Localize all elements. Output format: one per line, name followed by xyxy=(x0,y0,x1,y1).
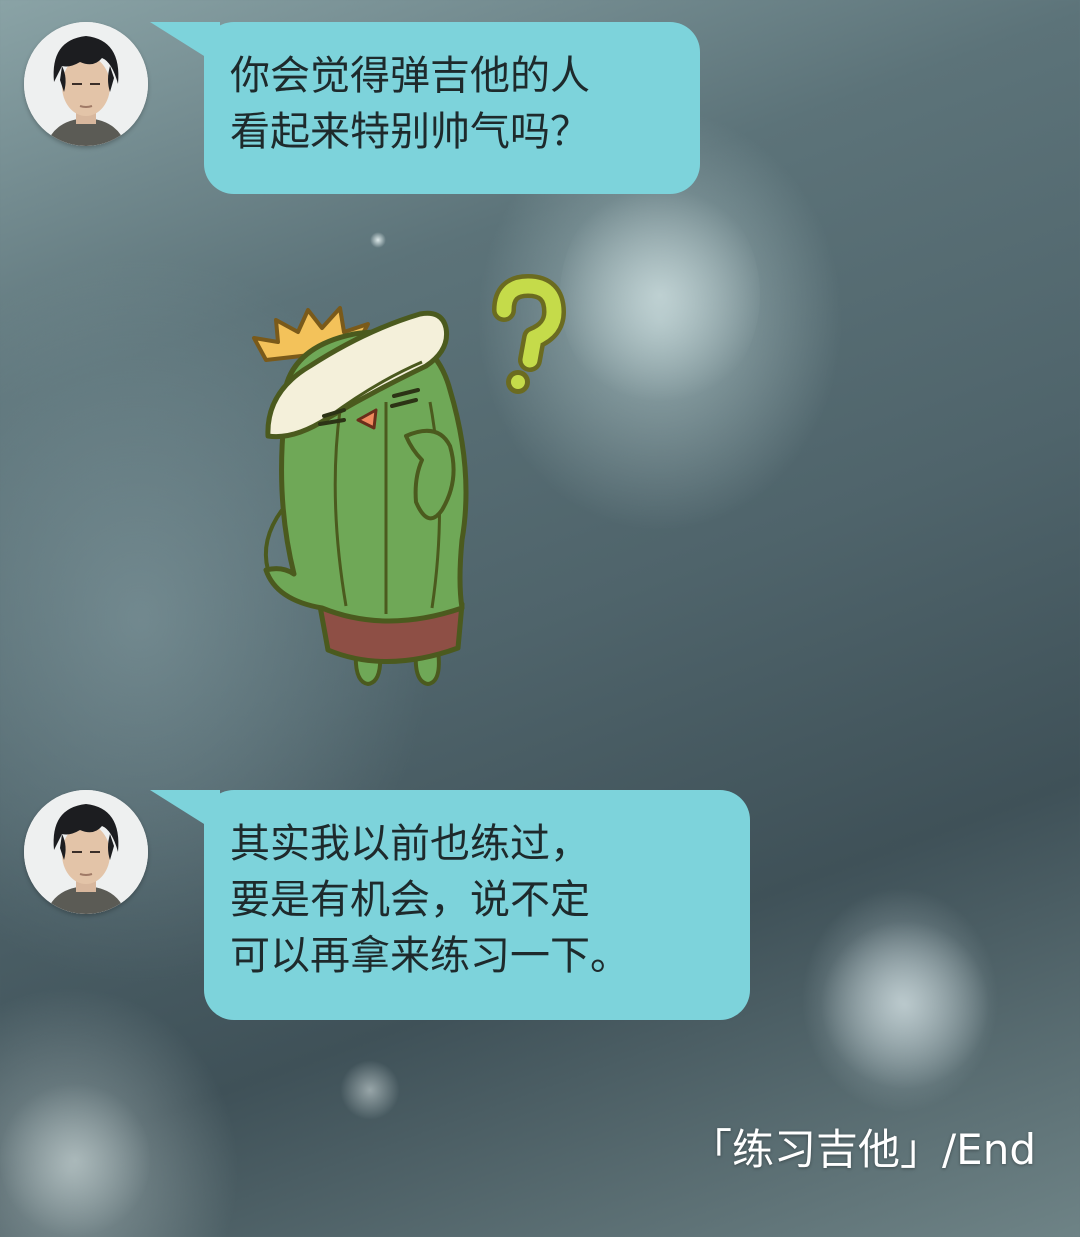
message-text-line: 看起来特别帅气吗？ xyxy=(230,109,590,155)
bokeh-light xyxy=(0,1080,150,1237)
young-man-avatar-icon xyxy=(24,22,148,146)
message-text-line: 你会觉得弹吉他的人 xyxy=(230,53,590,99)
chat-bubble: 其实我以前也练过， 要是有机会，说不定 可以再拿来练习一下。 xyxy=(150,790,750,1020)
chat-bubble: 你会觉得弹吉他的人 看起来特别帅气吗？ xyxy=(150,22,700,194)
bokeh-light xyxy=(560,180,760,410)
avatar[interactable] xyxy=(24,22,148,146)
bokeh-light xyxy=(820,920,990,1090)
cactus-thinking-sticker xyxy=(252,274,566,687)
message-text-line: 要是有机会，说不定 xyxy=(230,877,590,923)
bokeh-light xyxy=(340,1060,400,1120)
bokeh-light xyxy=(370,232,386,248)
bubble-tail xyxy=(150,790,220,834)
question-mark-icon xyxy=(492,274,566,394)
message-text-line: 其实我以前也练过， xyxy=(230,821,590,867)
bubble-tail xyxy=(150,22,220,66)
end-label: 「练习吉他」/End xyxy=(690,1125,1036,1174)
young-man-avatar-icon xyxy=(24,790,148,914)
avatar[interactable] xyxy=(24,790,148,914)
message-text-line: 可以再拿来练习一下。 xyxy=(230,933,630,979)
